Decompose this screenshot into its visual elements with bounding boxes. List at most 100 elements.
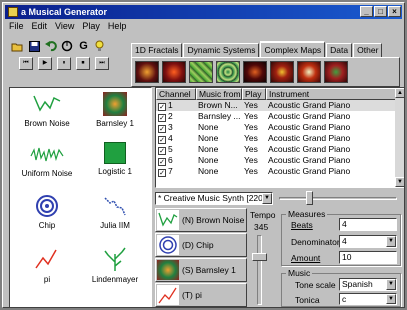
volume-slider-thumb[interactable] <box>306 191 313 205</box>
library-item-brown-noise[interactable]: Brown Noise <box>12 92 82 128</box>
save-icon[interactable] <box>29 41 40 52</box>
table-row[interactable]: ✓ 2 Barnsley ... Yes Acoustic Grand Piano <box>156 111 404 122</box>
chevron-down-icon[interactable]: ▼ <box>386 294 396 304</box>
denominator-select[interactable]: 4 ▼ <box>339 235 397 248</box>
library-item-julia[interactable]: Julia IIM <box>80 194 150 230</box>
music-from-cell: Brown N... <box>198 100 238 110</box>
voice-item-pi[interactable]: (T) pi <box>155 283 247 307</box>
voice-label: (D) Chip <box>182 240 214 250</box>
tab-dynamic-systems[interactable]: Dynamic Systems <box>183 43 260 57</box>
beats-label: Beats <box>291 220 313 230</box>
tab-other[interactable]: Other <box>353 43 383 57</box>
undo-icon[interactable] <box>45 40 57 52</box>
channel-cell[interactable]: ✓ 2 <box>156 111 196 122</box>
library-label: Lindenmayer <box>91 275 139 284</box>
channel-checkbox[interactable]: ✓ <box>158 147 166 155</box>
play-cell: Yes <box>244 144 258 154</box>
fractal-thumb-1[interactable] <box>135 61 159 83</box>
beats-input[interactable]: 4 <box>339 218 397 231</box>
scroll-up-button[interactable]: ▲ <box>395 88 404 98</box>
fractal-thumb-6[interactable] <box>270 61 294 83</box>
music-from-cell: None <box>198 155 219 165</box>
channel-cell[interactable]: ✓ 7 <box>156 166 196 177</box>
channel-checkbox[interactable]: ✓ <box>158 169 166 177</box>
channel-number: 6 <box>168 155 173 165</box>
table-row[interactable]: ✓ 7 None Yes Acoustic Grand Piano <box>156 166 404 177</box>
menu-edit[interactable]: Edit <box>28 20 52 33</box>
fractal-thumb-4[interactable] <box>216 61 240 83</box>
menu-file[interactable]: File <box>5 20 28 33</box>
stop-button[interactable]: ⏹ <box>76 57 90 70</box>
channel-checkbox[interactable]: ✓ <box>158 103 166 111</box>
voice-item-brown-noise[interactable]: (N) Brown Noise <box>155 208 247 232</box>
column-play[interactable]: Play <box>242 88 266 100</box>
chevron-down-icon[interactable]: ▼ <box>386 236 396 247</box>
fractal-thumb-2[interactable] <box>162 61 186 83</box>
open-icon[interactable] <box>11 41 23 52</box>
table-row[interactable]: ✓ 5 None Yes Acoustic Grand Piano <box>156 144 404 155</box>
tab-complex-maps[interactable]: Complex Maps <box>260 41 326 57</box>
first-button[interactable]: ⏮ <box>19 57 33 70</box>
scroll-down-button[interactable]: ▼ <box>395 177 404 187</box>
channel-checkbox[interactable]: ✓ <box>158 136 166 144</box>
library-item-uniform-noise[interactable]: Uniform Noise <box>12 142 82 178</box>
voice-item-chip[interactable]: (D) Chip <box>155 233 247 257</box>
tab-1d-fractals[interactable]: 1D Fractals <box>131 43 183 57</box>
library-item-barnsley[interactable]: Barnsley 1 <box>80 92 150 128</box>
volume-slider[interactable] <box>279 197 397 200</box>
channel-checkbox[interactable]: ✓ <box>158 158 166 166</box>
pause-button[interactable]: ⏸ <box>57 57 71 70</box>
column-channel[interactable]: Channel <box>156 88 196 100</box>
channel-cell[interactable]: ✓ 6 <box>156 155 196 166</box>
channel-cell[interactable]: ✓ 3 <box>156 122 196 133</box>
app-icon <box>8 7 18 17</box>
fractal-thumb-7[interactable] <box>297 61 321 83</box>
library-item-chip[interactable]: Chip <box>12 194 82 230</box>
channel-checkbox[interactable]: ✓ <box>158 114 166 122</box>
synth-select[interactable]: * Creative Music Synth [220] ▼ <box>155 192 273 205</box>
generate-icon[interactable]: G <box>77 40 90 53</box>
channel-cell[interactable]: ✓ 1 <box>156 100 196 111</box>
brown-noise-icon <box>33 95 61 112</box>
hint-icon[interactable] <box>95 40 104 52</box>
close-button[interactable]: × <box>388 6 401 17</box>
menu-view[interactable]: View <box>51 20 78 33</box>
maximize-button[interactable]: □ <box>374 6 387 17</box>
table-row[interactable]: ✓ 6 None Yes Acoustic Grand Piano <box>156 155 404 166</box>
tempo-slider-thumb[interactable] <box>252 253 267 261</box>
last-button[interactable]: ⏭ <box>95 57 109 70</box>
table-scrollbar[interactable]: ▲ ▼ <box>395 88 404 187</box>
tone-scale-select[interactable]: Spanish ▼ <box>339 278 397 291</box>
tab-data[interactable]: Data <box>326 43 353 57</box>
channel-cell[interactable]: ✓ 4 <box>156 133 196 144</box>
tempo-slider[interactable] <box>257 235 262 305</box>
fractal-thumb-5[interactable] <box>243 61 267 83</box>
play-button[interactable]: ▶ <box>38 57 52 70</box>
table-row[interactable]: ✓ 1 Brown N... Yes Acoustic Grand Piano <box>156 100 404 111</box>
channel-checkbox[interactable]: ✓ <box>158 125 166 133</box>
chevron-down-icon[interactable]: ▼ <box>262 193 272 204</box>
uniform-noise-icon <box>30 147 64 162</box>
library-item-pi[interactable]: pi <box>12 246 82 284</box>
table-header: Channel Music from Play Instrument <box>156 88 404 100</box>
menu-help[interactable]: Help <box>104 20 131 33</box>
library-item-logistic[interactable]: Logistic 1 <box>80 142 150 176</box>
voice-item-barnsley[interactable]: (S) Barnsley 1 <box>155 258 247 282</box>
sync-icon[interactable] <box>61 40 73 52</box>
column-instrument[interactable]: Instrument <box>266 88 397 100</box>
tonica-select[interactable]: c ▼ <box>339 293 397 305</box>
complex-maps-panel <box>131 57 400 87</box>
fractal-thumb-3[interactable] <box>189 61 213 83</box>
title-bar[interactable]: a Musical Generator _ □ × <box>5 5 402 19</box>
amount-input[interactable]: 10 <box>339 251 397 264</box>
library-item-lindenmayer[interactable]: Lindenmayer <box>80 246 150 284</box>
menu-play[interactable]: Play <box>78 20 104 33</box>
play-cell: Yes <box>244 133 258 143</box>
minimize-button[interactable]: _ <box>360 6 373 17</box>
column-music-from[interactable]: Music from <box>196 88 242 100</box>
chevron-down-icon[interactable]: ▼ <box>386 279 396 290</box>
channel-cell[interactable]: ✓ 5 <box>156 144 196 155</box>
fractal-thumb-8[interactable] <box>324 61 348 83</box>
table-row[interactable]: ✓ 4 None Yes Acoustic Grand Piano <box>156 133 404 144</box>
table-row[interactable]: ✓ 3 None Yes Acoustic Grand Piano <box>156 122 404 133</box>
